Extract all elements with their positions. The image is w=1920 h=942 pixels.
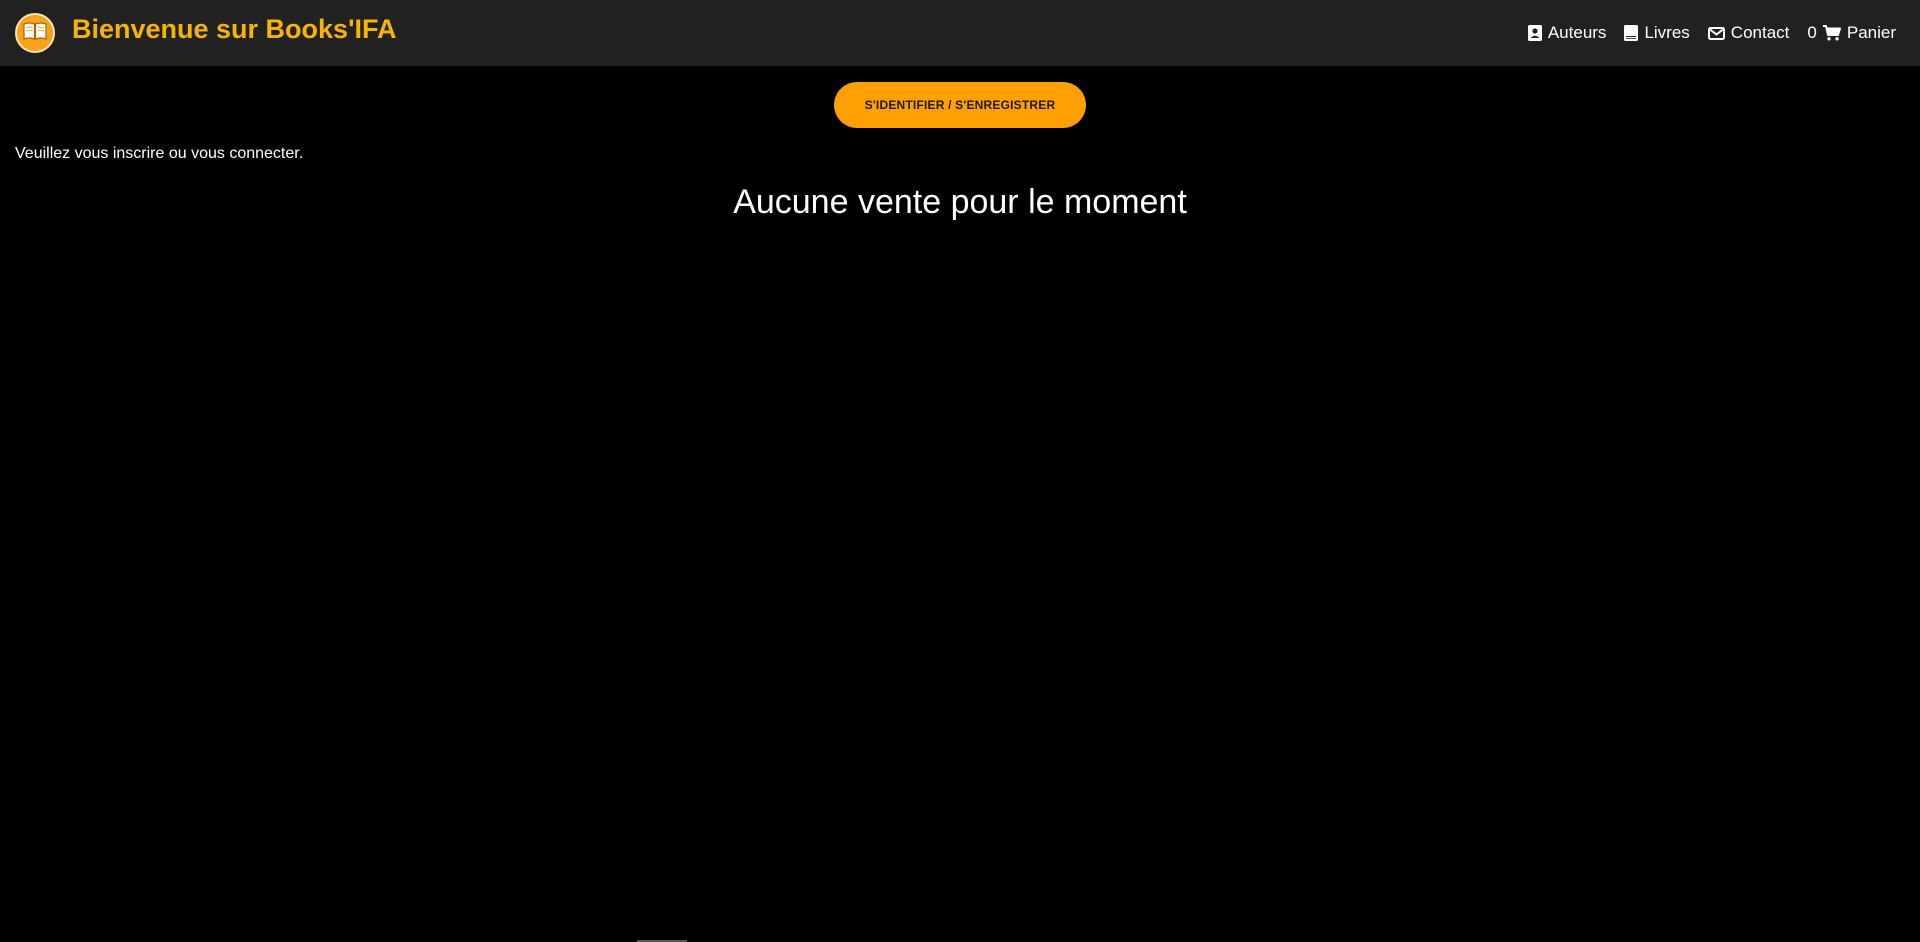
open-book-icon — [23, 21, 47, 46]
nav-authors-label: Auteurs — [1547, 23, 1607, 42]
nav-authors[interactable]: Auteurs — [1527, 23, 1607, 43]
nav-contact-label: Contact — [1730, 23, 1790, 42]
login-register-button[interactable]: S'IDENTIFIER / S'ENREGISTRER — [834, 82, 1086, 128]
envelope-icon — [1707, 26, 1725, 40]
brand-title[interactable]: Bienvenue sur Books'IFA — [72, 12, 397, 46]
main-nav: Auteurs Livres Contact 0 Panier — [1510, 20, 1896, 46]
no-sales-heading: Aucune vente pour le moment — [733, 183, 1187, 221]
nav-contact[interactable]: Contact — [1707, 23, 1790, 43]
nav-books-label: Livres — [1644, 23, 1690, 42]
top-navbar: Bienvenue sur Books'IFA Auteurs Livres C… — [0, 0, 1920, 66]
login-prompt-text: Veuillez vous inscrire ou vous connecter… — [15, 145, 304, 162]
book-icon — [1624, 25, 1639, 41]
nav-cart[interactable]: 0 Panier — [1807, 23, 1896, 43]
contact-card-icon — [1527, 25, 1542, 41]
shopping-cart-icon — [1822, 25, 1841, 41]
nav-cart-label: Panier — [1846, 23, 1896, 42]
nav-books[interactable]: Livres — [1624, 23, 1690, 43]
cart-count: 0 — [1807, 23, 1817, 42]
logo[interactable] — [15, 13, 55, 53]
